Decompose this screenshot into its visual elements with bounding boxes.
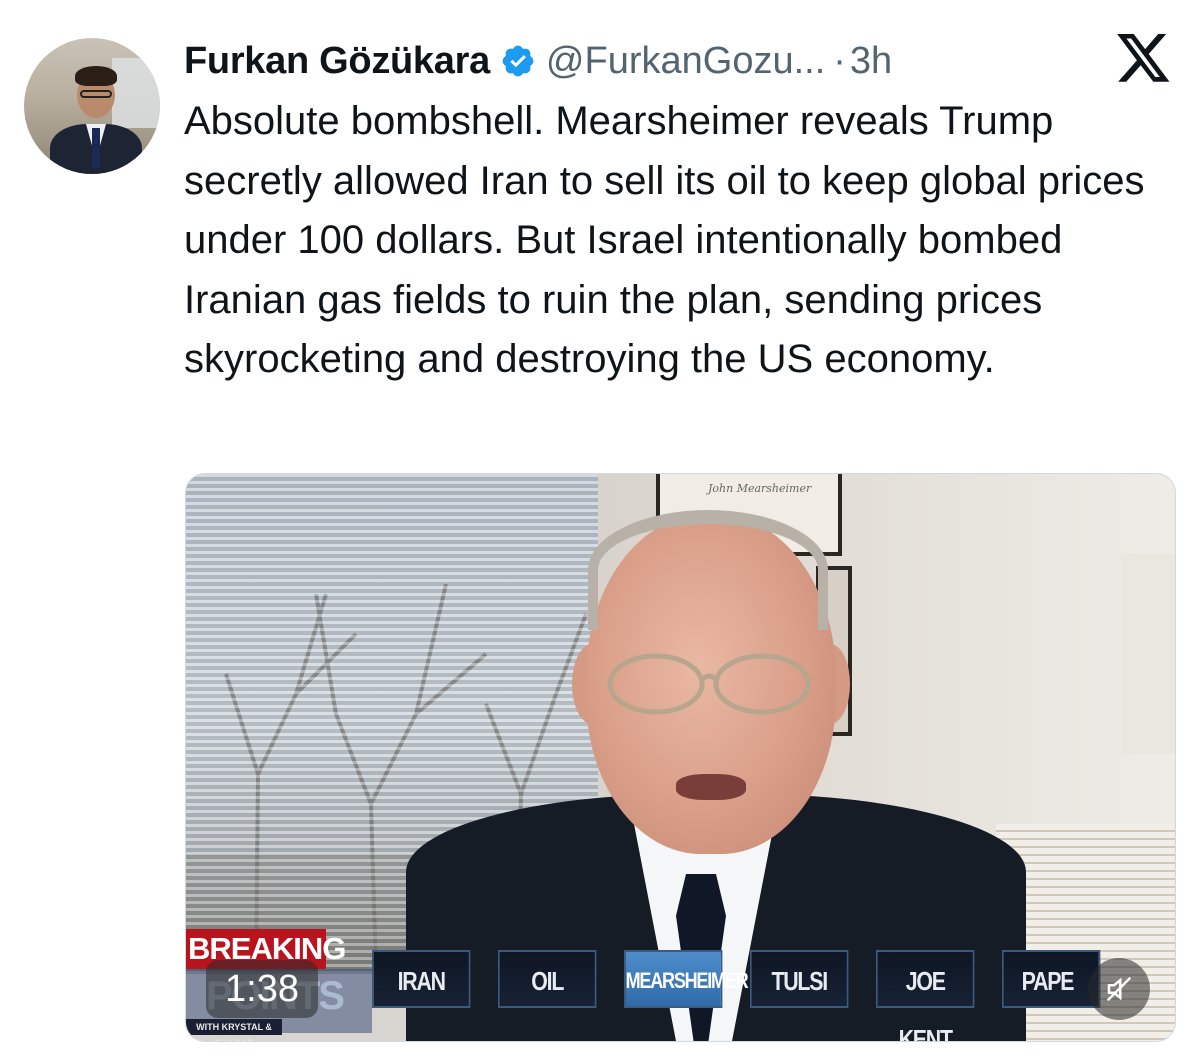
timestamp[interactable]: 3h: [850, 40, 892, 83]
separator-dot: ·: [833, 39, 846, 82]
video-player[interactable]: John Mearsheimer BREAKING POINTS WITH KR…: [185, 473, 1176, 1042]
mute-button[interactable]: [1088, 958, 1150, 1020]
avatar-hair: [75, 66, 117, 86]
avatar-glasses: [80, 90, 112, 98]
verified-badge-icon: [502, 45, 534, 77]
speaker-mouth: [676, 774, 746, 800]
tweet-header: Furkan Gözükara @FurkanGozu... · 3h: [184, 36, 892, 86]
video-duration: 1:38: [206, 960, 318, 1018]
avatar-background: [112, 58, 160, 128]
avatar-tie: [92, 128, 100, 168]
topic-tab-joe-kent: JOE KENT: [876, 950, 975, 1041]
wall-shelf: [1121, 554, 1175, 754]
tweet-text: Absolute bombshell. Mearsheimer reveals …: [184, 99, 1145, 381]
topic-tab-oil: OIL: [498, 950, 597, 1008]
topic-tab-mearsheimer: MEARSHEIMER: [624, 950, 749, 1008]
show-subtitle: WITH KRYSTAL & SAAGAR: [186, 1019, 282, 1041]
x-logo-icon[interactable]: [1116, 34, 1172, 84]
topic-tabs: IRAN OIL MEARSHEIMER TULSI JOE KENT PAPE: [372, 950, 1128, 1041]
frame-signature: John Mearsheimer: [708, 482, 812, 495]
topic-tab-tulsi: TULSI: [750, 950, 849, 1008]
topic-tab-pape: PAPE: [1002, 950, 1101, 1008]
muted-speaker-icon: [1106, 976, 1132, 1002]
avatar[interactable]: [24, 38, 160, 174]
author-name[interactable]: Furkan Gözükara: [184, 40, 490, 83]
topic-tab-iran: IRAN: [372, 950, 471, 1008]
speaker-glasses: [607, 653, 811, 715]
speaker-hair: [588, 510, 828, 630]
author-handle[interactable]: @FurkanGozu...: [546, 40, 825, 83]
